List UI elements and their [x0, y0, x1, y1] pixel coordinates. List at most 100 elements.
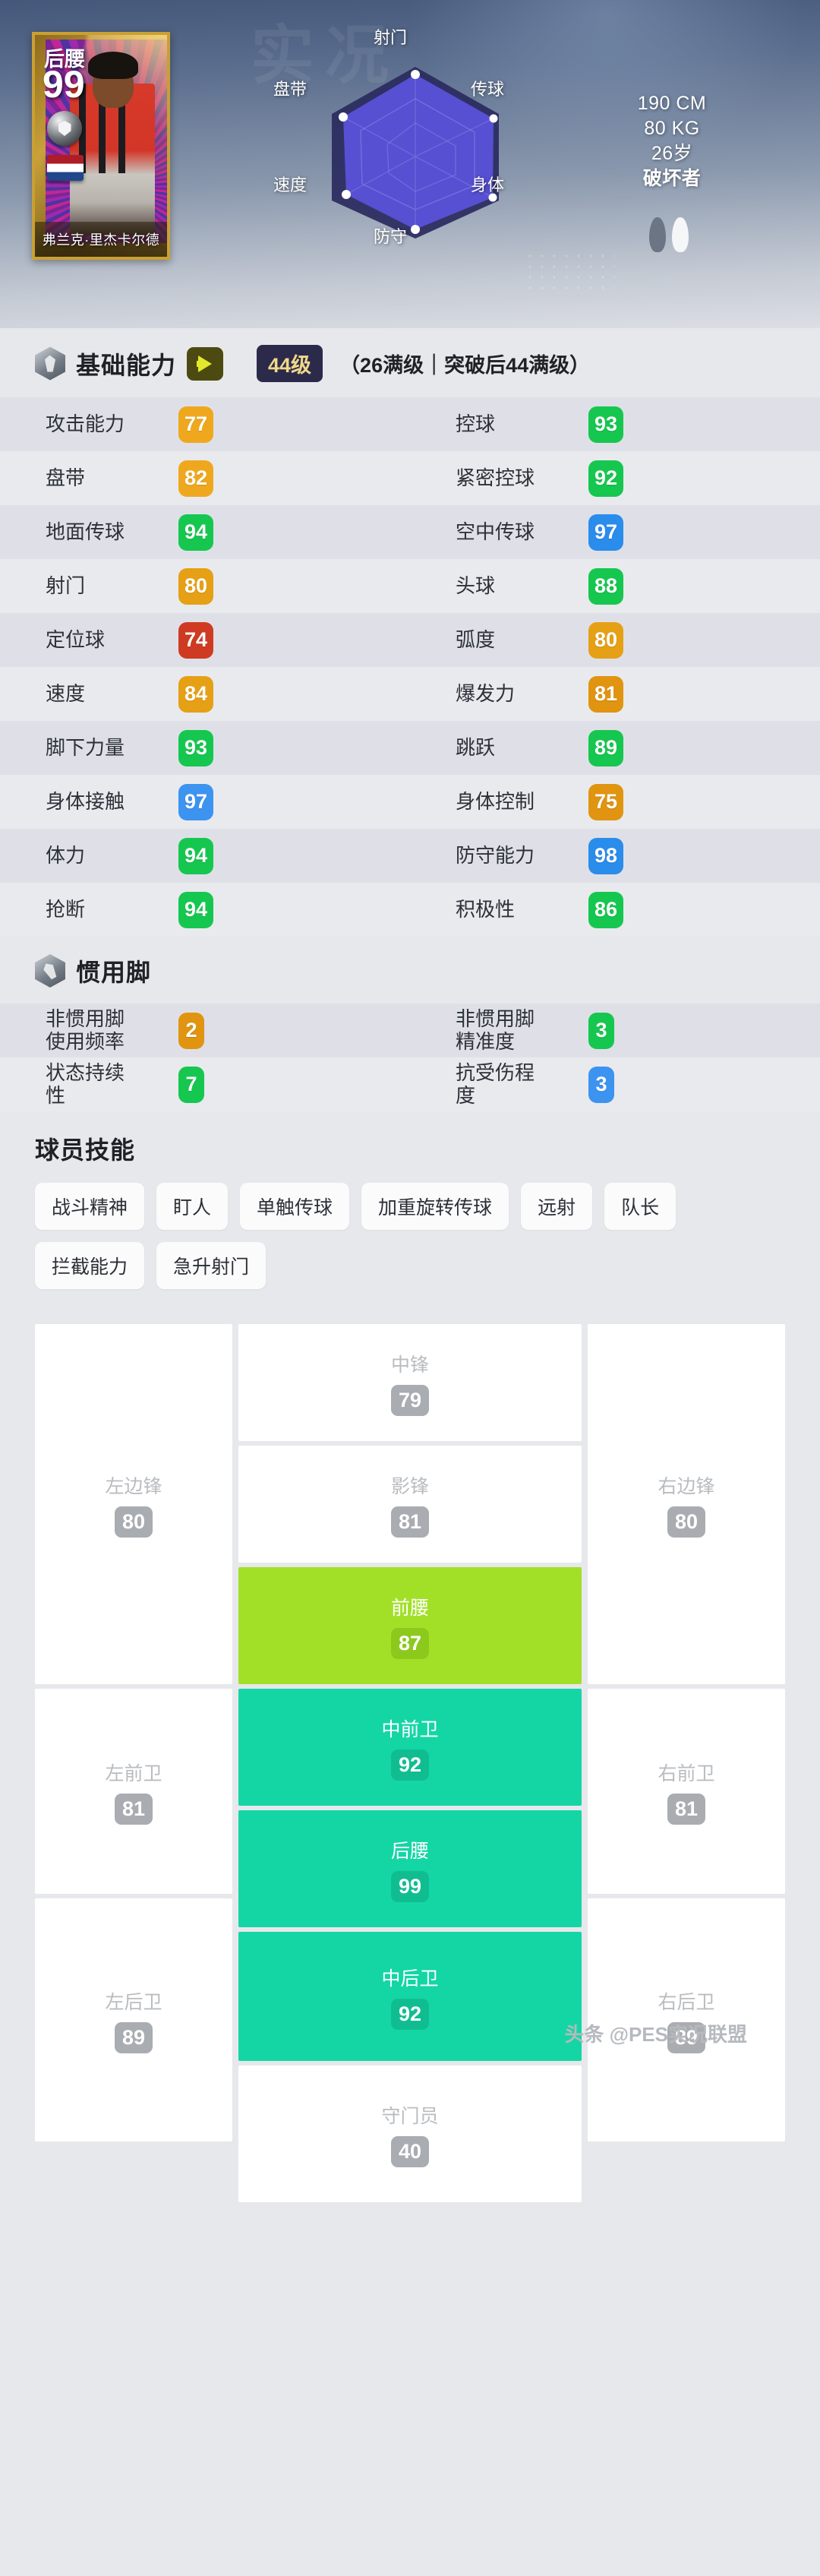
player-photo-hair	[88, 52, 138, 79]
footprints-icon	[649, 217, 696, 254]
stat-label: 身体接触	[46, 791, 178, 813]
stat-cell: 攻击能力77	[0, 397, 410, 451]
stat-value-badge: 94	[178, 892, 213, 928]
stat-label: 头球	[456, 575, 588, 597]
stat-cell: 抢断94	[0, 883, 410, 937]
stat-label: 速度	[46, 683, 178, 705]
stat-row: 非惯用脚 使用频率2非惯用脚 精准度3	[0, 1004, 820, 1057]
position-name: 右前卫	[658, 1759, 714, 1786]
position-slot[interactable]: 左前卫81	[35, 1689, 232, 1894]
position-name: 中前卫	[381, 1715, 438, 1742]
position-slot[interactable]: 守门员40	[238, 2066, 582, 2202]
position-grid: 左边锋80左前卫81 左后卫 89 中锋 79 影锋 81 前腰87 中前卫 92 后腰99中后卫…	[35, 1324, 785, 2137]
stat-label: 体力	[46, 845, 178, 867]
stat-label: 积极性	[456, 899, 588, 921]
position-slot[interactable]: 左边锋80	[35, 1324, 232, 1684]
position-rating: 89	[115, 2022, 153, 2053]
position-name: 守门员	[381, 2101, 438, 2129]
stat-row: 体力94 防守能力98	[0, 829, 820, 883]
stat-label: 弧度	[456, 629, 588, 651]
position-column-center: 中锋 79 影锋 81 前腰87 中前卫 92 后腰99中后卫92守门员40	[238, 1324, 582, 2207]
stat-value-badge: 86	[588, 892, 623, 928]
stat-row: 身体接触97身体控制75	[0, 775, 820, 829]
position-slot[interactable]: 右前卫81	[588, 1689, 785, 1894]
stat-label: 非惯用脚 使用频率	[46, 1008, 178, 1052]
player-age: 26岁	[600, 141, 744, 166]
ability-radar-chart: 射门 传球 身体 防守 速度 盘带	[267, 23, 563, 273]
radar-label-physical: 身体	[471, 172, 504, 196]
stat-value-badge: 94	[178, 514, 213, 551]
skill-chip[interactable]: 远射	[521, 1183, 592, 1230]
position-slot[interactable]: 前腰87	[238, 1567, 582, 1684]
right-foot-icon	[672, 217, 689, 252]
stat-label: 攻击能力	[46, 413, 178, 435]
skill-chip[interactable]: 队长	[604, 1183, 676, 1230]
stat-cell: 体力94	[0, 829, 410, 883]
skill-chip[interactable]: 单触传球	[240, 1183, 349, 1230]
position-name: 右后卫	[658, 1987, 714, 2015]
stat-value-badge: 74	[178, 622, 213, 659]
stat-label: 爆发力	[456, 683, 588, 705]
stat-cell: 积极性86	[410, 883, 820, 937]
position-rating: 80	[115, 1506, 153, 1538]
player-card[interactable]: 后腰 99 弗兰克·里杰卡尔德	[32, 32, 170, 260]
stat-cell: 非惯用脚 使用频率2	[0, 1004, 410, 1057]
stat-row: 定位球74弧度80	[0, 613, 820, 667]
stat-label: 状态持续 性	[46, 1062, 178, 1106]
position-rating: 92	[391, 1749, 429, 1781]
position-slot[interactable]: 中后卫92	[238, 1932, 582, 2061]
stat-label: 防守能力	[456, 845, 588, 867]
position-slot[interactable]: 影锋 81	[238, 1446, 582, 1563]
stat-value-badge: 97	[178, 784, 213, 820]
stat-cell: 身体接触97	[0, 775, 410, 829]
skill-chip[interactable]: 加重旋转传球	[361, 1183, 509, 1230]
position-slot[interactable]: 左后卫 89	[35, 1898, 232, 2141]
player-skills-title: 球员技能	[35, 1131, 820, 1166]
position-name: 前腰	[391, 1593, 429, 1620]
skill-chip[interactable]: 盯人	[156, 1183, 228, 1230]
arrow-right-icon[interactable]	[187, 347, 223, 381]
stat-cell: 抗受伤程 度3	[410, 1057, 820, 1111]
card-rating: 99	[43, 65, 85, 103]
stat-label: 射门	[46, 575, 178, 597]
stat-cell: 头球88	[410, 559, 820, 613]
stat-value-badge: 92	[588, 460, 623, 497]
position-rating: 81	[391, 1506, 429, 1538]
position-name: 影锋	[391, 1471, 429, 1499]
radar-label-passing: 传球	[471, 76, 504, 100]
preferred-foot-title: 惯用脚	[76, 953, 151, 988]
position-rating: 80	[667, 1506, 705, 1538]
position-slot[interactable]: 后腰99	[238, 1810, 582, 1927]
stat-label: 身体控制	[456, 791, 588, 813]
skill-chip[interactable]: 急升射门	[156, 1242, 266, 1289]
player-weight: 80 KG	[600, 116, 744, 141]
skill-chip[interactable]: 战斗精神	[35, 1183, 144, 1230]
position-name: 左后卫	[105, 1987, 162, 2015]
stat-label: 盘带	[46, 467, 178, 489]
stat-value-badge: 98	[588, 838, 623, 874]
hex-boot-icon	[35, 954, 65, 988]
stat-cell: 非惯用脚 精准度3	[410, 1004, 820, 1057]
stat-row: 攻击能力77控球93	[0, 397, 820, 451]
stat-value-badge: 80	[588, 622, 623, 659]
level-note: （26满级｜突破后44满级）	[339, 349, 590, 378]
position-name: 后腰	[391, 1836, 429, 1863]
position-slot[interactable]: 中前卫 92	[238, 1689, 582, 1806]
card-player-name: 弗兰克·里杰卡尔德	[35, 222, 167, 257]
stat-value-badge: 89	[588, 730, 623, 766]
skill-chip[interactable]: 拦截能力	[35, 1242, 144, 1289]
stat-row: 地面传球94空中传球97	[0, 505, 820, 559]
stat-row: 射门80头球88	[0, 559, 820, 613]
stat-value-badge: 3	[588, 1013, 614, 1049]
radar-label-dribbling: 盘带	[273, 76, 307, 100]
preferred-foot-table: 非惯用脚 使用频率2非惯用脚 精准度3状态持续 性7抗受伤程 度3	[0, 1004, 820, 1111]
position-slot[interactable]: 中锋 79	[238, 1324, 582, 1441]
position-rating: 79	[391, 1385, 429, 1416]
basic-ability-table: 攻击能力77控球93盘带82紧密控球92地面传球94空中传球97射门80头球88…	[0, 397, 820, 937]
position-slot[interactable]: 右边锋80	[588, 1324, 785, 1684]
stat-label: 跳跃	[456, 737, 588, 759]
stat-cell: 控球93	[410, 397, 820, 451]
stat-value-badge: 2	[178, 1013, 204, 1049]
stat-value-badge: 97	[588, 514, 623, 551]
position-name: 中锋	[391, 1350, 429, 1377]
